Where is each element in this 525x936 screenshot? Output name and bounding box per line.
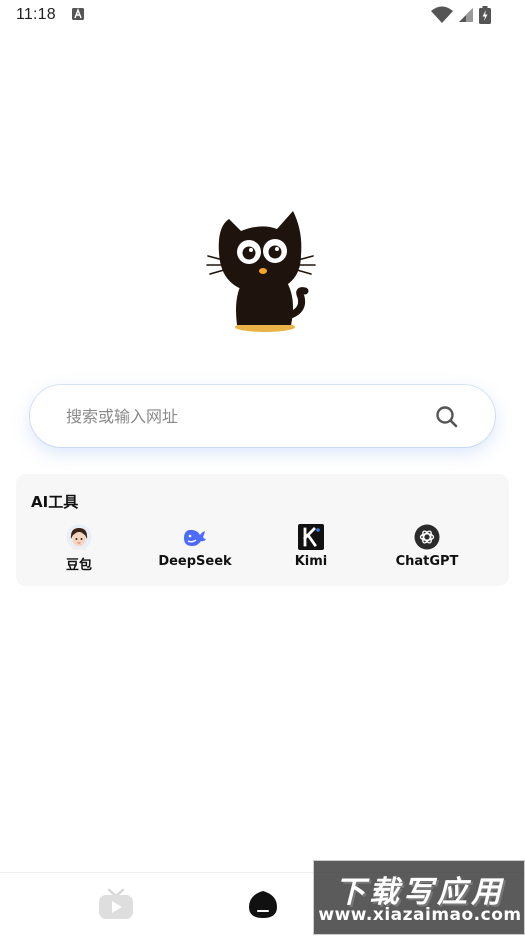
cat-logo-icon bbox=[206, 211, 316, 332]
search-bar[interactable] bbox=[30, 385, 495, 447]
search-input[interactable] bbox=[66, 385, 426, 447]
battery-charging-icon bbox=[479, 6, 491, 24]
ai-tools-card: AI工具 豆包 DeepSeek Kimi ChatGPT bbox=[16, 474, 509, 586]
status-icons bbox=[431, 6, 511, 24]
tool-label: 豆包 bbox=[65, 558, 92, 573]
ai-tools-title: AI工具 bbox=[31, 493, 79, 511]
tool-label: Kimi bbox=[294, 554, 328, 569]
wifi-icon bbox=[431, 6, 453, 23]
home-blob-icon[interactable] bbox=[243, 887, 283, 921]
tool-label: ChatGPT bbox=[395, 554, 459, 569]
search-icon[interactable] bbox=[435, 405, 459, 429]
watermark: 下载写应用 www.xiazaimao.com bbox=[313, 860, 525, 935]
keyboard-a-icon bbox=[72, 8, 84, 20]
tv-play-icon[interactable] bbox=[96, 887, 136, 921]
tool-doubao[interactable]: 豆包 bbox=[29, 524, 129, 576]
signal-icon bbox=[459, 8, 473, 22]
watermark-url: www.xiazaimao.com bbox=[318, 905, 522, 925]
status-bar: 11:18 bbox=[0, 0, 525, 30]
tool-chatgpt[interactable]: ChatGPT bbox=[377, 524, 477, 576]
kimi-k-icon bbox=[298, 524, 324, 550]
doubao-avatar-icon bbox=[66, 524, 92, 550]
chatgpt-knot-icon bbox=[414, 524, 440, 550]
deepseek-whale-icon bbox=[184, 529, 206, 546]
tool-label: DeepSeek bbox=[158, 554, 232, 569]
tool-kimi[interactable]: Kimi bbox=[261, 524, 361, 576]
status-time: 11:18 bbox=[16, 6, 56, 23]
tool-deepseek[interactable]: DeepSeek bbox=[145, 524, 245, 576]
